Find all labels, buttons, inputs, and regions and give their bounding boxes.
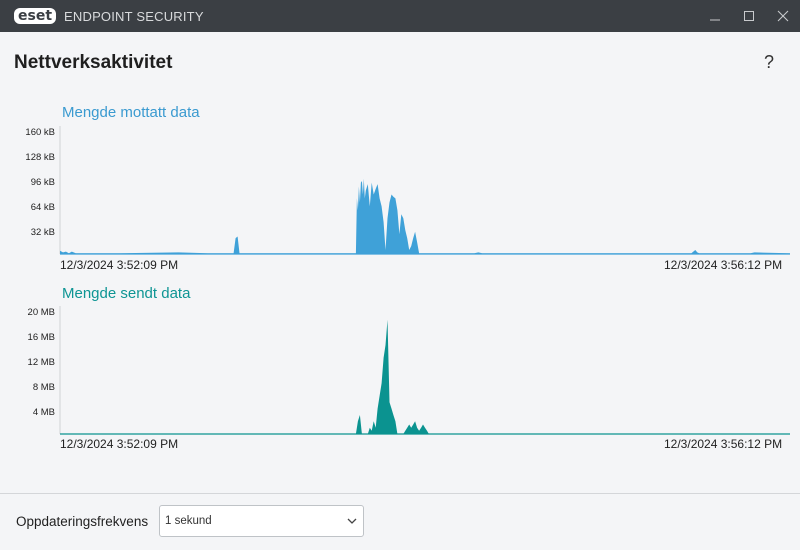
page-title: Nettverksaktivitet — [14, 52, 173, 73]
received-ytick-label: 64 kB — [30, 202, 55, 213]
maximize-icon — [744, 11, 754, 21]
sent-chart — [59, 306, 790, 435]
sent-ytick-label: 16 MB — [27, 332, 55, 343]
received-ytick-label: 160 kB — [25, 127, 55, 138]
received-chart-title: Mengde mottatt data — [62, 104, 200, 121]
sent-x-start-label: 12/3/2024 3:52:09 PM — [60, 437, 179, 451]
update-frequency-label: Oppdateringsfrekvens — [16, 514, 149, 529]
close-button[interactable] — [766, 0, 800, 32]
title-bar: eset ENDPOINT SECURITY — [0, 0, 800, 32]
eset-logo-text: eset — [14, 8, 57, 24]
received-ytick-label: 32 kB — [30, 227, 55, 238]
received-x-end-label: 12/3/2024 3:56:12 PM — [664, 258, 783, 272]
close-icon — [777, 10, 789, 22]
window-controls — [698, 0, 800, 32]
received-ytick-label: 128 kB — [25, 152, 55, 163]
minimize-button[interactable] — [698, 0, 732, 32]
sent-chart-title: Mengde sendt data — [62, 285, 191, 302]
received-x-start-label: 12/3/2024 3:52:09 PM — [60, 258, 179, 272]
received-ytick-label: 96 kB — [30, 177, 55, 188]
sent-area — [60, 319, 790, 434]
chevron-down-icon — [347, 518, 357, 524]
sent-ytick-label: 12 MB — [27, 357, 55, 368]
received-chart — [59, 126, 790, 255]
sent-ytick-label: 4 MB — [32, 407, 55, 418]
maximize-button[interactable] — [732, 0, 766, 32]
eset-logo: eset — [14, 7, 57, 25]
minimize-icon — [710, 19, 720, 21]
received-area — [60, 178, 790, 254]
update-frequency-value: 1 sekund — [165, 515, 212, 527]
sent-ytick-label: 20 MB — [27, 307, 55, 318]
sent-x-end-label: 12/3/2024 3:56:12 PM — [664, 437, 783, 451]
help-icon[interactable]: ? — [764, 52, 774, 73]
sent-ytick-label: 8 MB — [32, 382, 55, 393]
update-frequency-select[interactable]: 1 sekund — [159, 505, 364, 537]
footer-divider — [0, 493, 800, 494]
app-title: ENDPOINT SECURITY — [64, 8, 204, 24]
